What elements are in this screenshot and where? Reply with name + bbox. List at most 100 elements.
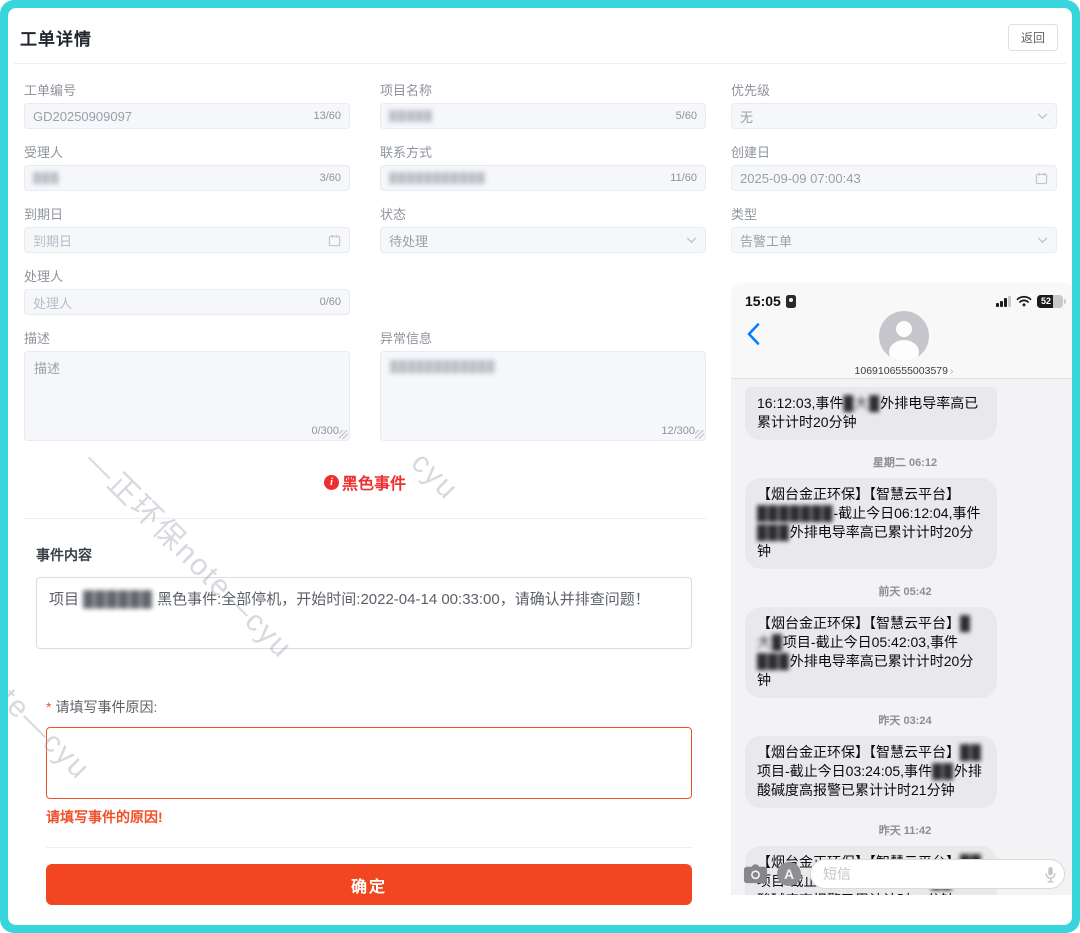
char-counter: 13/60 xyxy=(313,110,341,122)
field-label: 优先级 xyxy=(731,84,1057,98)
select-value: 待处理 xyxy=(389,231,686,250)
field-priority: 优先级 无 xyxy=(731,84,1057,129)
status-select[interactable]: 待处理 xyxy=(380,227,706,253)
field-label: 处理人 xyxy=(24,270,350,284)
select-value: 告警工单 xyxy=(740,231,1037,250)
message-text: 黑色事件:全部停机，开始时间:2022-04-14 00:33:00，请确认并排… xyxy=(153,591,650,608)
sms-message-list: 16:12:03,事件█大█外排电导率高已累计计时20分钟星期二 06:12【烟… xyxy=(731,379,1072,895)
form-left-column: 工单编号 GD20250909097 13/60 项目名称 █████ 5/60… xyxy=(24,84,706,905)
message-text: -截止今日06:12:04,事件 xyxy=(833,505,980,521)
page-frame: —正环保note—cyu cyu note—cyu 工单详情 返回 工单编号 G… xyxy=(0,0,1080,933)
field-label: 描述 xyxy=(24,332,350,346)
field-label: 到期日 xyxy=(24,208,350,222)
project-name-input[interactable]: █████ 5/60 xyxy=(380,103,706,129)
event-header-label: 黑色事件 xyxy=(342,470,406,494)
order-no-input[interactable]: GD20250909097 13/60 xyxy=(24,103,350,129)
reason-error-message: 请填写事件的原因! xyxy=(46,807,706,827)
chevron-down-icon xyxy=(1037,113,1048,120)
field-label: 类型 xyxy=(731,208,1057,222)
signal-bars-icon xyxy=(996,296,1011,307)
appstore-icon: A xyxy=(777,862,801,886)
field-label: 异常信息 xyxy=(380,332,706,346)
form-right-column: 优先级 无 创建日 2025-09-09 07:00:43 类型 告警工单 xyxy=(731,84,1072,905)
sms-input-bar: A 短信 xyxy=(731,857,1072,895)
field-label: 状态 xyxy=(380,208,706,222)
camera-icon xyxy=(743,864,768,884)
phone-status-bar: 15:05 52 xyxy=(745,293,1063,309)
sms-bubble: 【烟台金正环保】【智慧云平台】█大█项目-截止今日05:42:03,事件███外… xyxy=(745,607,997,698)
type-select[interactable]: 告警工单 xyxy=(731,227,1057,253)
field-project-name: 项目名称 █████ 5/60 xyxy=(380,84,706,129)
reason-label-row: *请填写事件原因: xyxy=(46,697,706,717)
page-header: 工单详情 返回 xyxy=(8,8,1072,51)
grid-spacer xyxy=(380,270,706,332)
created-at-picker[interactable]: 2025-09-09 07:00:43 xyxy=(731,165,1057,191)
battery-icon: 52 xyxy=(1037,295,1063,308)
back-button[interactable]: 返回 xyxy=(1008,24,1058,51)
description-textarea[interactable]: 描述 0/300 xyxy=(24,351,350,441)
textarea-value-redacted: ████████████ xyxy=(390,361,496,373)
redacted-text: ██ xyxy=(932,763,954,779)
status-indicator-icon xyxy=(786,295,796,308)
event-divider xyxy=(24,518,706,519)
input-value-redacted: ███ xyxy=(33,172,314,184)
textarea-placeholder: 描述 xyxy=(34,361,60,376)
input-value: 2025-09-09 07:00:43 xyxy=(740,171,1035,186)
field-handler: 受理人 ███ 3/60 xyxy=(24,146,350,191)
redacted-text: ██████ xyxy=(83,591,153,608)
field-contact: 联系方式 ███████████ 11/60 xyxy=(380,146,706,191)
redacted-text: ███ xyxy=(757,653,790,669)
content-area: 工单编号 GD20250909097 13/60 项目名称 █████ 5/60… xyxy=(8,64,1072,905)
message-text: 项目-截止今日03:24:05,事件 xyxy=(757,763,932,779)
event-content-label: 事件内容 xyxy=(36,545,706,565)
input-value-redacted: ███████████ xyxy=(389,172,664,184)
char-counter: 5/60 xyxy=(676,110,697,122)
contact-input[interactable]: ███████████ 11/60 xyxy=(380,165,706,191)
due-date-picker[interactable]: 到期日 xyxy=(24,227,350,253)
message-text: 【烟台金正环保】【智慧云平台】 xyxy=(757,744,960,760)
phone-header: 15:05 52 xyxy=(731,283,1072,379)
message-timestamp: 昨天 11:42 xyxy=(745,822,1065,838)
message-timestamp: 星期二 06:12 xyxy=(745,454,1065,470)
handler-input[interactable]: ███ 3/60 xyxy=(24,165,350,191)
message-text: 项目 xyxy=(49,591,83,608)
status-time: 15:05 xyxy=(745,293,781,309)
chevron-down-icon xyxy=(686,237,697,244)
phone-nav-row: 1069106555003579› xyxy=(745,309,1063,375)
event-content-box: 项目 ██████ 黑色事件:全部停机，开始时间:2022-04-14 00:3… xyxy=(36,577,692,649)
message-text: 【烟台金正环保】【智慧云平台】 xyxy=(757,486,960,502)
info-circle-icon: i xyxy=(324,475,339,490)
confirm-button[interactable]: 确定 xyxy=(46,864,692,905)
field-label: 工单编号 xyxy=(24,84,350,98)
input-value: GD20250909097 xyxy=(33,109,307,124)
message-timestamp: 昨天 03:24 xyxy=(745,712,1065,728)
input-value-redacted: █████ xyxy=(389,110,670,122)
exception-info-textarea[interactable]: ████████████ 12/300 xyxy=(380,351,706,441)
page-title: 工单详情 xyxy=(20,25,92,50)
field-label: 创建日 xyxy=(731,146,1057,160)
field-exception-info: 异常信息 ████████████ 12/300 xyxy=(380,332,706,441)
input-placeholder: 处理人 xyxy=(33,293,314,312)
calendar-icon xyxy=(1035,172,1048,185)
message-text: 项目-截止今日05:42:03,事件 xyxy=(783,634,958,650)
sms-bubble: 【烟台金正环保】【智慧云平台】███████-截止今日06:12:04,事件██… xyxy=(745,478,997,569)
contact-avatar xyxy=(879,311,929,361)
sms-text-field: 短信 xyxy=(810,859,1065,889)
reason-textarea[interactable] xyxy=(46,727,692,799)
sms-bubble: 【烟台金正环保】【智慧云平台】██项目-截止今日03:24:05,事件██外排酸… xyxy=(745,736,997,808)
field-description: 描述 描述 0/300 xyxy=(24,332,350,441)
field-type: 类型 告警工单 xyxy=(731,208,1057,253)
field-order-no: 工单编号 GD20250909097 13/60 xyxy=(24,84,350,129)
microphone-icon xyxy=(1045,866,1056,883)
sms-screenshot-panel: 15:05 52 xyxy=(731,283,1072,895)
select-value: 无 xyxy=(740,107,1037,126)
char-counter: 12/300 xyxy=(661,425,695,437)
calendar-icon xyxy=(328,234,341,247)
input-placeholder: 到期日 xyxy=(33,231,328,250)
field-processor: 处理人 处理人 0/60 xyxy=(24,270,350,315)
reason-label: 请填写事件原因: xyxy=(55,699,157,715)
processor-input[interactable]: 处理人 0/60 xyxy=(24,289,350,315)
message-timestamp: 前天 05:42 xyxy=(745,583,1065,599)
priority-select[interactable]: 无 xyxy=(731,103,1057,129)
field-label: 项目名称 xyxy=(380,84,706,98)
